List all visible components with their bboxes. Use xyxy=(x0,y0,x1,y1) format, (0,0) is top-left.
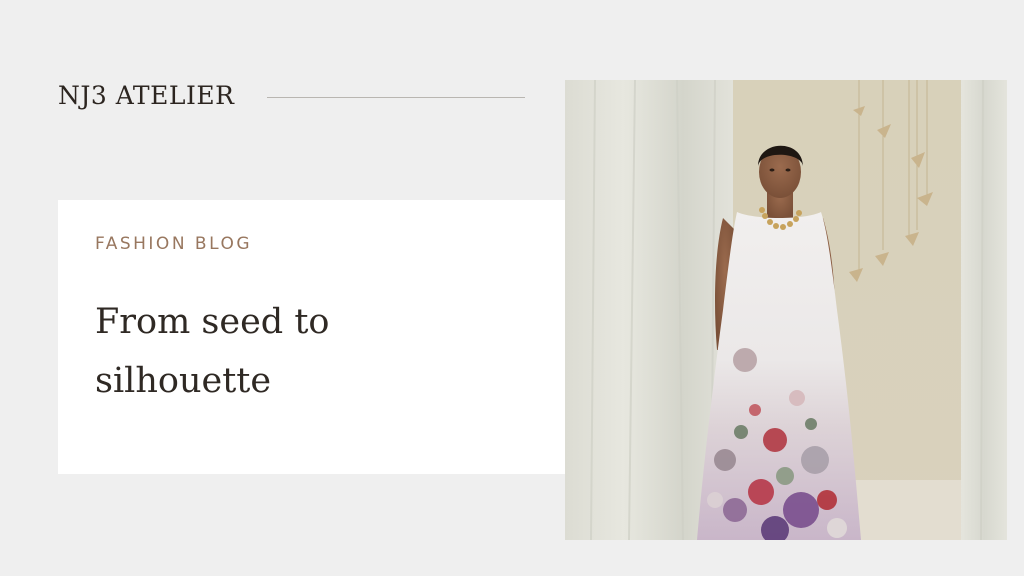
header-divider xyxy=(267,97,525,98)
blog-category: FASHION BLOG xyxy=(95,234,253,254)
post-title: From seed to silhouette xyxy=(95,302,330,401)
brand-logo: NJ3 ATELIER xyxy=(58,81,235,110)
curtain-right xyxy=(961,80,1007,540)
hero-card: FASHION BLOG From seed to silhouette xyxy=(58,200,566,474)
fashion-photo xyxy=(565,80,1007,540)
